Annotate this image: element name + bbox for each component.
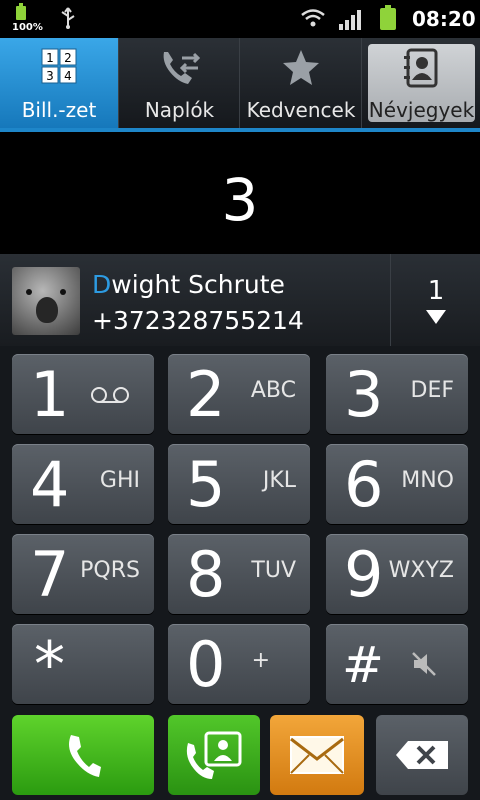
wifi-icon — [301, 9, 325, 27]
key-3[interactable]: 3 DEF — [326, 354, 468, 434]
key-digit: 0 — [186, 628, 226, 701]
tab-label: Kedvencek — [246, 98, 356, 122]
phone-icon — [69, 735, 101, 777]
key-letters: GHI — [99, 468, 140, 493]
key-7[interactable]: 7 PQRS — [12, 534, 154, 614]
key-letters: ABC — [250, 378, 296, 403]
battery-percent: 100% — [12, 22, 43, 33]
tab-label: Bill.-zet — [21, 98, 97, 122]
mute-icon — [412, 652, 436, 676]
key-4[interactable]: 4 GHI — [12, 444, 154, 524]
key-digit: 9 — [344, 538, 384, 611]
key-5[interactable]: 5 JKL — [168, 444, 310, 524]
key-digit: 5 — [186, 448, 226, 521]
key-letters: DEF — [410, 378, 455, 403]
avatar-eye — [60, 289, 66, 295]
number-display[interactable]: 3 — [0, 132, 480, 254]
key-digit: # — [342, 636, 384, 694]
tab-contacts[interactable]: Névjegyek — [361, 38, 480, 128]
call-log-icon — [163, 52, 200, 84]
key-0[interactable]: 0 + — [168, 624, 310, 704]
backspace-button[interactable] — [376, 715, 468, 795]
tab-label: Naplók — [144, 98, 215, 122]
contact-name-match: D — [92, 270, 112, 299]
key-letters: MNO — [401, 468, 454, 493]
key-digit: 3 — [344, 358, 384, 431]
tab-bar: 1 2 3 4 Bill.-zet Naplók Kedvencek Névje… — [0, 38, 480, 132]
avatar-eye — [26, 289, 32, 295]
keypad-icon: 1 2 3 4 — [41, 48, 77, 84]
key-digit: 4 — [30, 448, 70, 521]
video-call-button[interactable] — [168, 715, 260, 795]
key-hash[interactable]: # — [326, 624, 468, 704]
key-8[interactable]: 8 TUV — [168, 534, 310, 614]
key-digit: * — [34, 628, 65, 701]
key-1[interactable]: 1 — [12, 354, 154, 434]
key-digit: 8 — [186, 538, 226, 611]
tab-favorites[interactable]: Kedvencek — [239, 38, 362, 128]
star-icon — [283, 50, 319, 85]
status-bar: 100% 08:20 — [0, 0, 480, 38]
key-digit: 7 — [30, 538, 70, 611]
usb-icon — [61, 7, 75, 29]
key-digit: 2 — [186, 358, 226, 431]
contact-name-rest: wight Schrute — [111, 270, 285, 299]
contact-phone: +372328755214 — [92, 306, 304, 335]
tab-logs[interactable]: Naplók — [118, 38, 240, 128]
key-letters: JKL — [262, 468, 296, 493]
message-button[interactable] — [270, 715, 364, 795]
match-count-button[interactable]: 1 — [390, 254, 480, 346]
clock: 08:20 — [412, 7, 476, 31]
key-2[interactable]: 2 ABC — [168, 354, 310, 434]
battery-icon — [16, 3, 26, 20]
tab-keypad[interactable]: 1 2 3 4 Bill.-zet — [0, 38, 118, 128]
key-digit: 6 — [344, 448, 384, 521]
contact-name: Dwight Schrute — [92, 270, 285, 299]
battery-icon — [380, 5, 396, 30]
key-6[interactable]: 6 MNO — [326, 444, 468, 524]
key-letters: + — [251, 648, 270, 673]
contacts-icon — [403, 48, 437, 88]
dialed-number: 3 — [221, 166, 259, 234]
key-digit: 1 — [30, 358, 70, 431]
chevron-down-icon — [426, 310, 446, 324]
key-star[interactable]: * — [12, 624, 154, 704]
key-letters: TUV — [251, 558, 296, 583]
keypad-icon-digit-3: 3 — [46, 69, 54, 83]
key-letters: WXYZ — [388, 558, 454, 583]
avatar-nose — [36, 297, 58, 323]
voicemail-icon — [91, 387, 129, 403]
match-count: 1 — [427, 276, 445, 306]
contact-suggestion[interactable]: Dwight Schrute +372328755214 1 — [0, 254, 480, 346]
envelope-icon — [290, 736, 344, 774]
keypad-icon-digit-4: 4 — [64, 69, 72, 83]
signal-icon — [339, 10, 361, 30]
keypad-icon-digit-1: 1 — [46, 51, 54, 65]
avatar — [12, 267, 80, 335]
contact-call-icon — [186, 731, 242, 779]
backspace-icon — [396, 741, 448, 769]
key-letters: PQRS — [80, 558, 140, 583]
keypad-icon-digit-2: 2 — [64, 51, 72, 65]
tab-label: Névjegyek — [368, 98, 475, 122]
key-9[interactable]: 9 WXYZ — [326, 534, 468, 614]
call-button[interactable] — [12, 715, 154, 795]
